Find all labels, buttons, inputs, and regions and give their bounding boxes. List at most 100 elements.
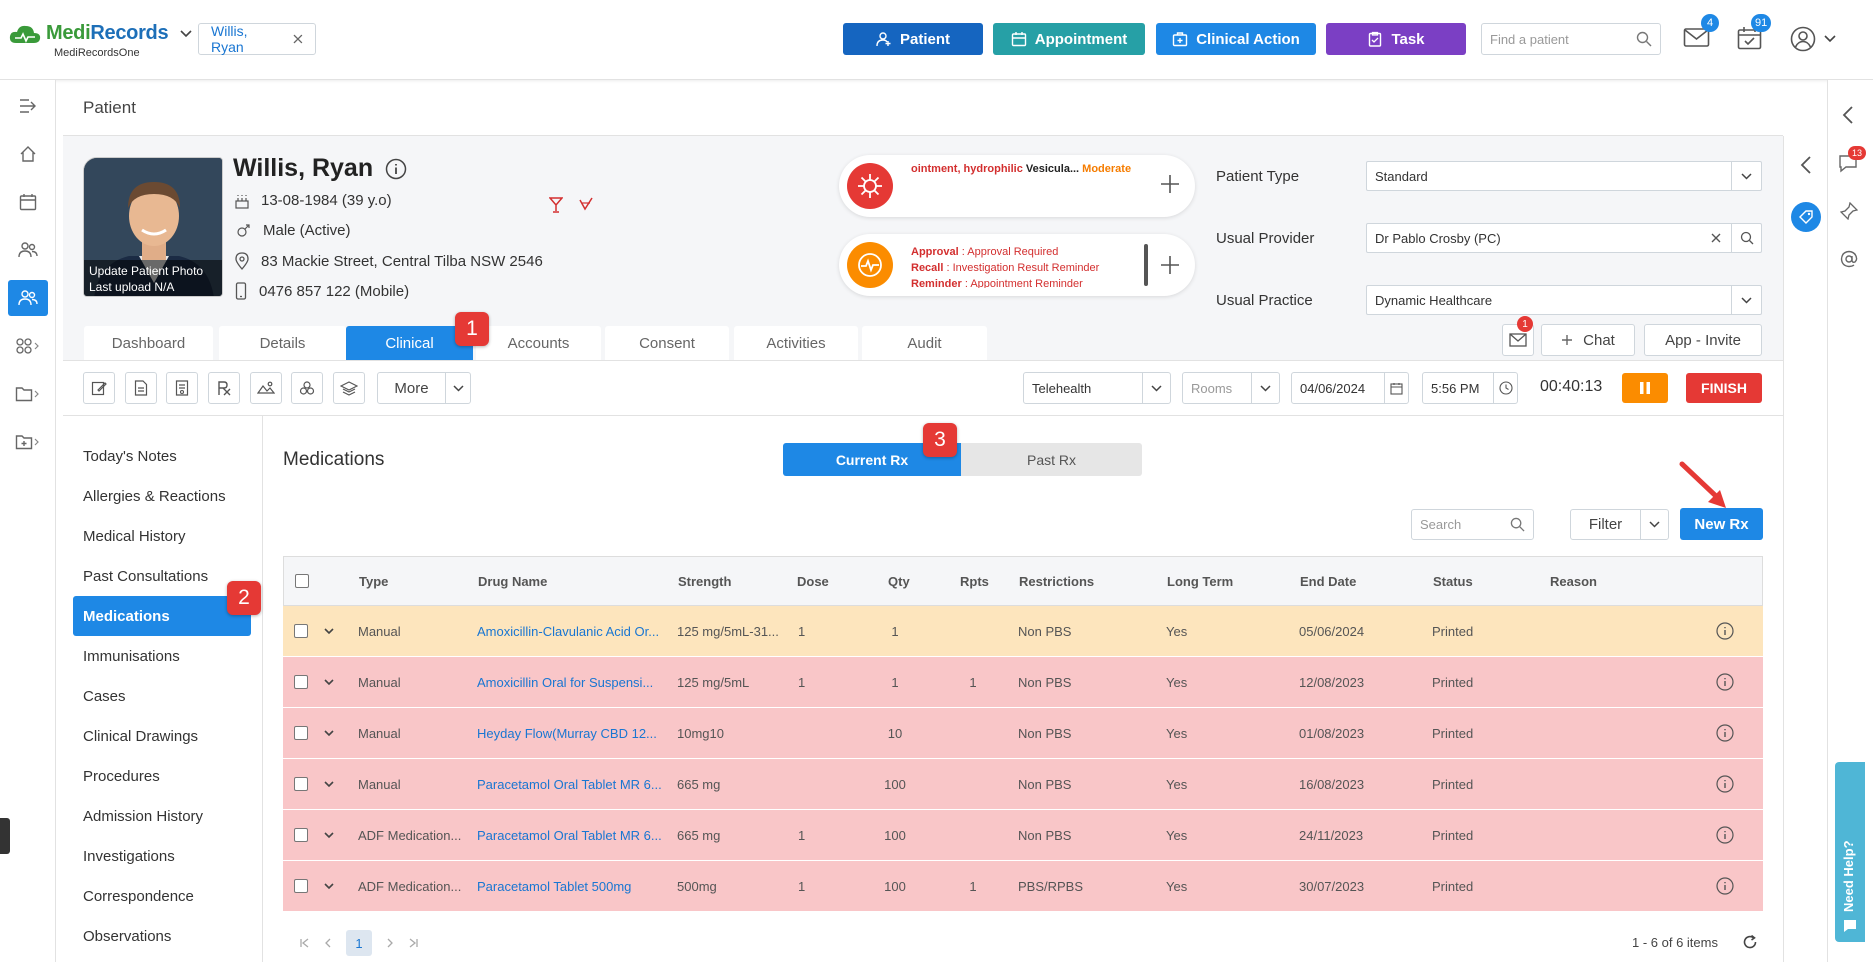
- prev-page-button[interactable]: [324, 938, 332, 948]
- side-handle[interactable]: [0, 818, 10, 854]
- search-icon[interactable]: [1510, 517, 1525, 532]
- info-icon[interactable]: [1716, 775, 1734, 793]
- tasks-button[interactable]: 91: [1737, 14, 1772, 50]
- info-icon[interactable]: [1716, 673, 1734, 691]
- usual-provider-input[interactable]: Dr Pablo Crosby (PC): [1366, 223, 1762, 253]
- chevron-down-icon[interactable]: [324, 831, 334, 839]
- tag-button[interactable]: [1791, 202, 1821, 232]
- next-page-button[interactable]: [386, 938, 394, 948]
- add-reminder-button[interactable]: [1159, 254, 1181, 276]
- tab-details[interactable]: Details: [219, 326, 346, 360]
- waiting-room-nav[interactable]: [8, 232, 48, 268]
- reminder-scrollbar[interactable]: [1144, 244, 1148, 286]
- col-status[interactable]: Status: [1433, 557, 1473, 605]
- nav-procedures[interactable]: Procedures: [73, 756, 251, 796]
- pause-button[interactable]: [1622, 373, 1668, 403]
- table-row[interactable]: ADF Medication... Paracetamol Oral Table…: [283, 810, 1763, 861]
- patient-photo[interactable]: Update Patient Photo Last upload N/A: [83, 157, 223, 297]
- more-menu[interactable]: More: [377, 372, 471, 404]
- cell-drug-name[interactable]: Paracetamol Tablet 500mg: [477, 861, 631, 911]
- folders-nav[interactable]: [8, 376, 48, 412]
- notes-tool-button[interactable]: [83, 372, 115, 404]
- cell-drug-name[interactable]: Paracetamol Oral Tablet MR 6...: [477, 759, 662, 809]
- cell-drug-name[interactable]: Amoxicillin-Clavulanic Acid Or...: [477, 606, 659, 656]
- expand-menu-button[interactable]: [8, 88, 48, 124]
- chevron-down-icon[interactable]: [324, 678, 334, 686]
- tab-consent[interactable]: Consent: [605, 326, 729, 360]
- cell-drug-name[interactable]: Heyday Flow(Murray CBD 12...: [477, 708, 657, 758]
- first-page-button[interactable]: [300, 938, 310, 948]
- col-end-date[interactable]: End Date: [1300, 557, 1356, 605]
- more-dropdown[interactable]: [446, 373, 470, 403]
- patient-type-dropdown[interactable]: [1731, 162, 1761, 190]
- tab-audit[interactable]: Audit: [862, 326, 987, 360]
- reminder-alert-card[interactable]: Approval : Approval Required Recall : In…: [839, 234, 1195, 296]
- date-picker[interactable]: 04/06/2024: [1291, 372, 1409, 404]
- photo-overlay[interactable]: Update Patient Photo Last upload N/A: [84, 260, 222, 296]
- need-help-tab[interactable]: Need Help?: [1835, 762, 1865, 942]
- table-row[interactable]: Manual Heyday Flow(Murray CBD 12... 10mg…: [283, 708, 1763, 759]
- rooms-dropdown[interactable]: [1251, 373, 1279, 403]
- patients-nav[interactable]: [8, 280, 48, 316]
- clear-icon[interactable]: [1711, 233, 1721, 243]
- mail-button[interactable]: 4: [1683, 14, 1719, 48]
- allergy-alert-card[interactable]: ointment, hydrophilic Vesicula... Modera…: [839, 155, 1195, 217]
- table-row[interactable]: Manual Amoxicillin-Clavulanic Acid Or...…: [283, 606, 1763, 657]
- row-checkbox[interactable]: [294, 777, 308, 791]
- row-checkbox[interactable]: [294, 726, 308, 740]
- chevron-down-icon[interactable]: [324, 729, 334, 737]
- nav-allergies[interactable]: Allergies & Reactions: [73, 476, 251, 516]
- time-picker[interactable]: 5:56 PM: [1422, 372, 1518, 404]
- chevron-down-icon[interactable]: [324, 882, 334, 890]
- col-restrictions[interactable]: Restrictions: [1019, 557, 1094, 605]
- new-appointment-button[interactable]: Appointment: [993, 23, 1145, 55]
- past-rx-tab[interactable]: Past Rx: [961, 443, 1142, 476]
- patient-chip[interactable]: Willis, Ryan: [198, 23, 316, 55]
- nav-cases[interactable]: Cases: [73, 676, 251, 716]
- col-dose[interactable]: Dose: [797, 557, 829, 605]
- app-invite-button[interactable]: App - Invite: [1644, 324, 1762, 356]
- info-icon[interactable]: [385, 158, 407, 180]
- messages-button[interactable]: 1: [1502, 316, 1534, 356]
- calendar-nav[interactable]: [8, 184, 48, 220]
- chevron-down-icon[interactable]: [324, 627, 334, 635]
- nav-immunisations[interactable]: Immunisations: [73, 636, 251, 676]
- table-row[interactable]: Manual Amoxicillin Oral for Suspensi... …: [283, 657, 1763, 708]
- cell-drug-name[interactable]: Amoxicillin Oral for Suspensi...: [477, 657, 653, 707]
- collapse-secondary-panel-button[interactable]: [1800, 156, 1812, 174]
- page-number[interactable]: 1: [346, 930, 372, 956]
- prescription-tool-button[interactable]: [208, 372, 240, 404]
- cell-drug-name[interactable]: Paracetamol Oral Tablet MR 6...: [477, 810, 662, 860]
- table-row[interactable]: ADF Medication... Paracetamol Tablet 500…: [283, 861, 1763, 912]
- document-tool-button[interactable]: [125, 372, 157, 404]
- info-icon[interactable]: [1716, 622, 1734, 640]
- nav-medications[interactable]: Medications: [73, 596, 251, 636]
- new-task-button[interactable]: Task: [1326, 23, 1466, 55]
- logo[interactable]: MediRecords MediRecordsOne: [8, 22, 192, 59]
- last-page-button[interactable]: [408, 938, 418, 948]
- visit-type-select[interactable]: Telehealth: [1023, 372, 1171, 404]
- pathology-tool-button[interactable]: [291, 372, 323, 404]
- col-strength[interactable]: Strength: [678, 557, 731, 605]
- nav-investigations[interactable]: Investigations: [73, 836, 251, 876]
- nav-admission-history[interactable]: Admission History: [73, 796, 251, 836]
- nav-clinical-drawings[interactable]: Clinical Drawings: [73, 716, 251, 756]
- patient-search-input[interactable]: Find a patient: [1481, 23, 1661, 55]
- finish-button[interactable]: FINISH: [1686, 373, 1762, 403]
- rooms-select[interactable]: Rooms: [1182, 372, 1280, 404]
- more-button-label[interactable]: More: [378, 373, 446, 403]
- col-long-term[interactable]: Long Term: [1167, 557, 1233, 605]
- home-nav[interactable]: [8, 136, 48, 172]
- col-rpts[interactable]: Rpts: [960, 557, 989, 605]
- chat-panel-button[interactable]: 13: [1838, 146, 1867, 174]
- search-icon[interactable]: [1636, 31, 1652, 47]
- visit-type-dropdown[interactable]: [1142, 373, 1170, 403]
- modules-nav[interactable]: [8, 328, 48, 364]
- info-icon[interactable]: [1716, 826, 1734, 844]
- tab-clinical[interactable]: Clinical: [346, 326, 473, 360]
- user-menu[interactable]: [1790, 26, 1836, 52]
- close-icon[interactable]: [293, 34, 303, 44]
- row-checkbox[interactable]: [294, 828, 308, 842]
- date-picker-button[interactable]: [1384, 373, 1408, 403]
- mention-button[interactable]: [1840, 250, 1858, 268]
